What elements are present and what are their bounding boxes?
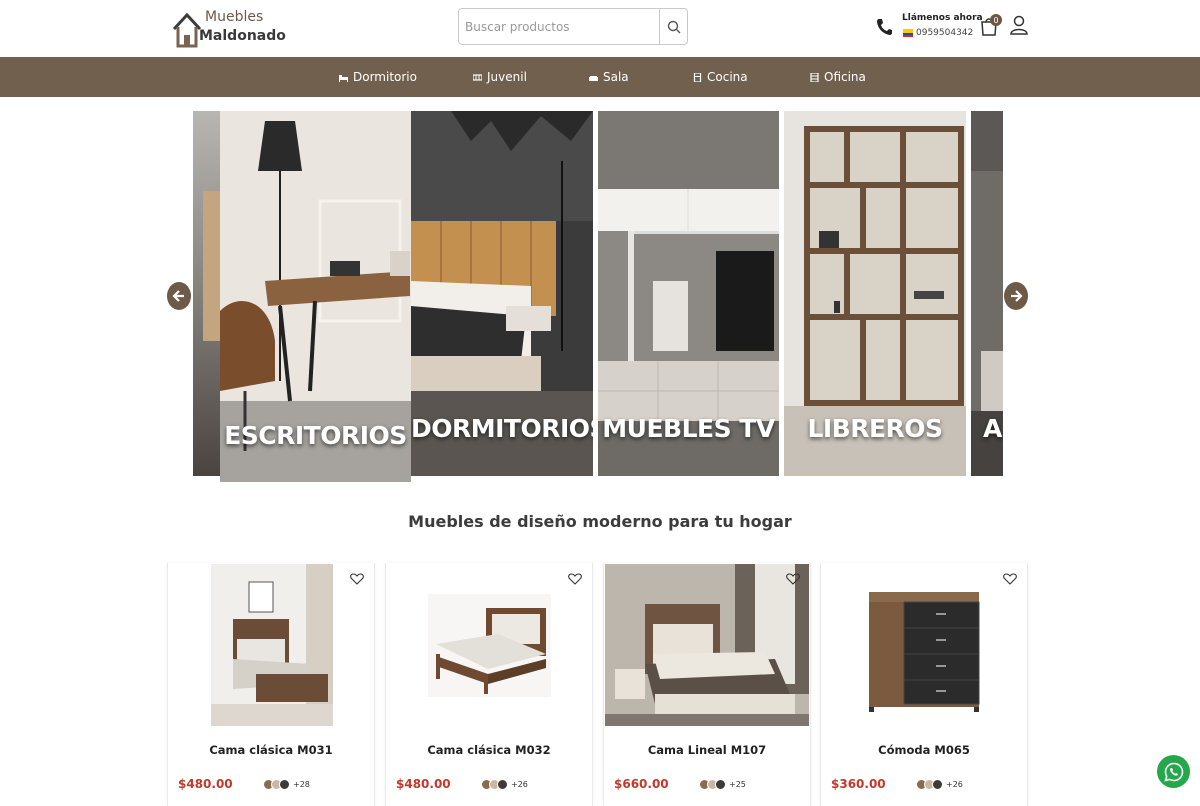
office-chair-icon — [810, 72, 819, 82]
product-name[interactable]: Cama clásica M031 — [168, 743, 374, 757]
product-image[interactable] — [428, 594, 551, 697]
product-image[interactable] — [605, 564, 809, 726]
product-card[interactable]: Cama clásica M032 $480.00 +26 — [385, 563, 593, 806]
color-swatches[interactable]: +26 — [916, 777, 963, 791]
bed-icon — [339, 74, 348, 82]
section-title: Muebles de diseño moderno para tu hogar — [408, 512, 792, 531]
slide-label: A — [983, 414, 1002, 443]
color-swatch[interactable] — [715, 778, 726, 790]
nav-item-cocina[interactable]: Cocina — [693, 57, 748, 97]
carousel-prev-button[interactable] — [167, 282, 191, 310]
sofa-icon — [589, 75, 598, 81]
whatsapp-icon — [1163, 762, 1183, 782]
nav-label: Sala — [603, 70, 629, 84]
carousel-slide-partial-left[interactable] — [193, 111, 220, 476]
nav-item-oficina[interactable]: Oficina — [810, 57, 866, 97]
main-nav: Dormitorio Juvenil Sala Cocina Oficina — [0, 57, 1200, 97]
color-swatches[interactable]: +28 — [263, 777, 310, 791]
wishlist-heart-icon[interactable] — [786, 572, 800, 586]
search-button[interactable] — [659, 9, 687, 44]
product-price: $660.00 — [614, 777, 669, 791]
carousel-slide-muebles-tv[interactable]: MUEBLES TV — [598, 111, 779, 476]
product-photo-illustration — [428, 594, 551, 697]
user-account-icon[interactable] — [1010, 14, 1028, 36]
phone-number[interactable]: 0959504342 — [916, 28, 973, 38]
product-name[interactable]: Cama clásica M032 — [386, 743, 592, 757]
brand-line-1: Muebles — [205, 9, 264, 25]
product-card[interactable]: Cama clásica M031 $480.00 +28 — [167, 563, 375, 806]
slide-label: MUEBLES TV — [602, 414, 775, 443]
search-icon — [667, 20, 680, 33]
product-card[interactable]: Cómoda M065 $360.00 +26 — [820, 563, 1028, 806]
carousel-next-button[interactable] — [1004, 282, 1028, 310]
carousel-slide-partial-right[interactable]: A — [971, 111, 1003, 476]
color-swatch[interactable] — [279, 778, 290, 790]
product-photo-illustration — [605, 564, 809, 726]
carousel-slide-dormitorios[interactable]: DORMITORIOS — [411, 111, 593, 476]
color-swatches[interactable]: +26 — [481, 777, 528, 791]
arrow-right-icon — [1011, 290, 1023, 302]
search-input[interactable] — [459, 9, 661, 44]
nav-item-juvenil[interactable]: Juvenil — [473, 57, 527, 97]
brand-line-2: Maldonado — [199, 28, 286, 44]
product-card[interactable]: Cama Lineal M107 $660.00 +25 — [603, 563, 811, 806]
carousel-slide-libreros[interactable]: LIBREROS — [784, 111, 966, 476]
product-price: $480.00 — [178, 777, 233, 791]
product-name[interactable]: Cómoda M065 — [821, 743, 1027, 757]
nav-item-dormitorio[interactable]: Dormitorio — [339, 57, 417, 97]
ecuador-flag-icon — [903, 29, 913, 37]
more-colors-count: +26 — [946, 779, 963, 789]
call-label: Llámenos ahora — [902, 13, 983, 23]
color-swatches[interactable]: +25 — [699, 777, 746, 791]
nav-label: Juvenil — [487, 70, 527, 84]
nav-label: Dormitorio — [353, 70, 417, 84]
wishlist-heart-icon[interactable] — [350, 572, 364, 586]
site-header: Muebles Maldonado Llámenos ahora 0959504… — [0, 0, 1200, 57]
carousel-slide-escritorios[interactable]: ESCRITORIOS — [220, 111, 411, 482]
wishlist-heart-icon[interactable] — [1003, 572, 1017, 586]
wishlist-heart-icon[interactable] — [568, 572, 582, 586]
more-colors-count: +26 — [511, 779, 528, 789]
phone-icon[interactable] — [876, 18, 892, 36]
slide-decor — [203, 191, 220, 341]
category-carousel: ESCRITORIOS DORMITORIOS MUEBLES TV LIBRE… — [167, 111, 1028, 482]
fridge-icon — [693, 72, 702, 82]
whatsapp-button[interactable] — [1157, 755, 1190, 788]
baby-crib-icon — [473, 73, 482, 81]
more-colors-count: +28 — [293, 779, 310, 789]
nav-label: Cocina — [707, 70, 748, 84]
slide-label: LIBREROS — [807, 414, 943, 443]
more-colors-count: +25 — [729, 779, 746, 789]
nav-label: Oficina — [824, 70, 866, 84]
product-price: $360.00 — [831, 777, 886, 791]
arrow-left-icon — [172, 290, 184, 302]
product-photo-illustration — [211, 564, 333, 726]
product-price: $480.00 — [396, 777, 451, 791]
slide-label: ESCRITORIOS — [224, 421, 407, 450]
color-swatch[interactable] — [932, 778, 943, 790]
product-image[interactable] — [211, 564, 333, 726]
product-photo-illustration — [866, 588, 981, 713]
product-image[interactable] — [866, 588, 981, 713]
house-logo-icon — [172, 12, 202, 48]
product-name[interactable]: Cama Lineal M107 — [604, 743, 810, 757]
brand-logo[interactable]: Muebles Maldonado — [172, 7, 286, 49]
slide-label: DORMITORIOS — [411, 414, 593, 443]
search-box — [458, 8, 688, 45]
cart-count-badge: 0 — [990, 14, 1002, 26]
color-swatch[interactable] — [497, 778, 508, 790]
nav-item-sala[interactable]: Sala — [589, 57, 629, 97]
